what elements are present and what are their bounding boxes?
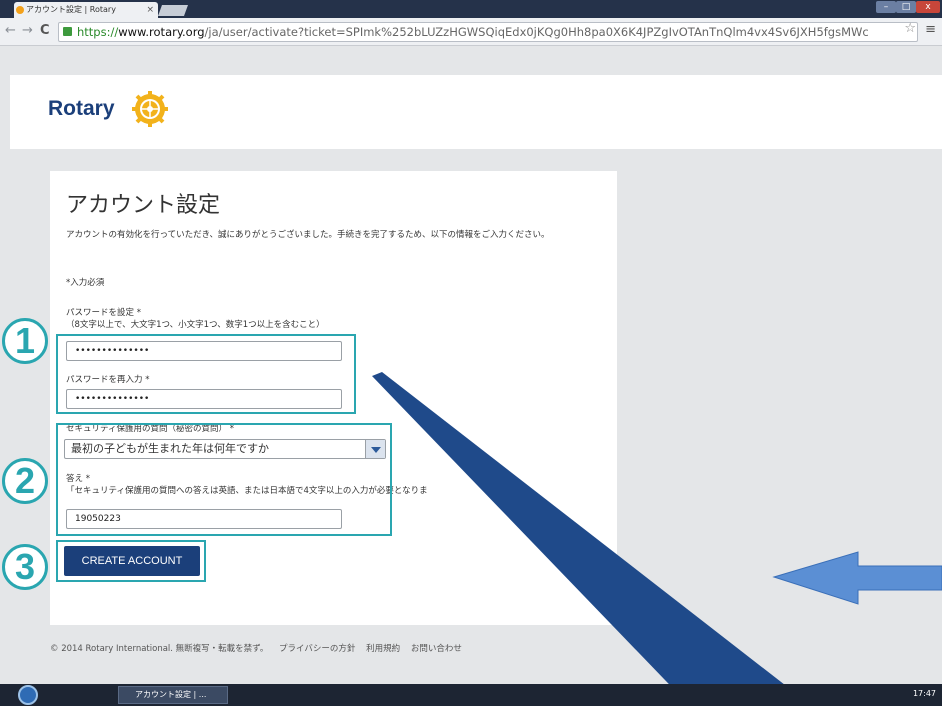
windows-taskbar: アカウント設定 | ... 17:47: [0, 684, 942, 706]
taskbar-clock: 17:47: [912, 689, 936, 698]
annotation-overlay: [372, 372, 942, 706]
taskbar-item-browser[interactable]: アカウント設定 | ...: [118, 686, 228, 704]
pointer-wedge-shape: [372, 372, 812, 706]
arrow-left-icon: [772, 551, 942, 605]
start-button-icon[interactable]: [18, 685, 38, 705]
